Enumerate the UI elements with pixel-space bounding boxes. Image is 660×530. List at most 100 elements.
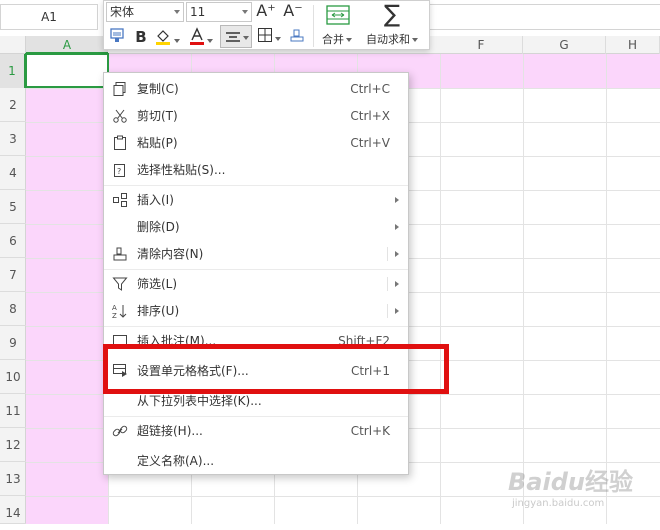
eraser-icon (290, 29, 304, 42)
menu-item-label: 剪切(T) (137, 109, 178, 123)
svg-text:Z: Z (112, 312, 117, 319)
menu-item-label: 删除(D) (137, 220, 180, 234)
menu-item-hyperlink[interactable]: 超链接(H)... Ctrl+K (104, 418, 408, 444)
merge-label: 合并 (322, 33, 344, 46)
font-color-button[interactable] (186, 27, 216, 47)
column-label: A (62, 38, 72, 52)
sort-az-icon: AZ (112, 304, 127, 319)
menu-item-sort[interactable]: AZ 排序(U) (104, 298, 408, 324)
autosum-button[interactable]: ∑ 自动求和 (362, 1, 428, 49)
chevron-down-icon (346, 38, 352, 42)
align-center-icon (226, 32, 240, 42)
row-header-6[interactable]: 6 (0, 224, 26, 258)
font-name-value: 宋体 (110, 5, 135, 19)
align-button[interactable] (220, 25, 252, 48)
decrease-font-button[interactable]: A⁻ (282, 1, 304, 21)
menu-item-label: 插入(I) (137, 193, 174, 207)
chevron-down-icon (412, 38, 418, 42)
menu-item-copy[interactable]: 复制(C) Ctrl+C (104, 76, 408, 102)
link-icon (112, 425, 128, 437)
toolbar-divider (313, 5, 314, 47)
format-brush-icon (110, 28, 124, 42)
filter-icon (112, 277, 128, 291)
row-header-1[interactable]: 1 (0, 54, 26, 88)
column-header-h[interactable]: H (606, 36, 660, 54)
menu-item-define-name[interactable]: 定义名称(A)... (104, 448, 408, 474)
clipboard-icon (114, 135, 126, 150)
clear-format-button[interactable] (286, 27, 308, 47)
menu-separator (104, 269, 408, 270)
chevron-down-icon (275, 37, 281, 41)
active-cell-a1[interactable] (25, 53, 109, 88)
font-size-value: 11 (190, 5, 206, 19)
menu-item-label: 筛选(L) (137, 277, 178, 291)
column-header-f[interactable]: F (440, 36, 523, 54)
row-header-14[interactable]: 14 (0, 496, 26, 524)
menu-item-label: 清除内容(N) (137, 247, 204, 261)
chevron-right-icon (395, 281, 399, 287)
fill-color-button[interactable] (152, 27, 182, 47)
paste-special-icon: ? (114, 164, 125, 177)
column-header-a[interactable]: A (26, 36, 108, 54)
watermark-url: jingyan.baidu.com (512, 498, 605, 509)
chevron-right-icon (395, 251, 399, 257)
font-size-select[interactable]: 11 (186, 2, 252, 22)
menu-shortcut: Ctrl+V (350, 136, 390, 150)
column-a-selected-fill (26, 54, 108, 524)
menu-item-insert[interactable]: 插入(I) (104, 187, 408, 213)
chevron-down-icon (207, 39, 213, 43)
row-header-2[interactable]: 2 (0, 88, 26, 122)
row-header-12[interactable]: 12 (0, 428, 26, 462)
row-header-13[interactable]: 13 (0, 462, 26, 496)
chevron-right-icon (395, 308, 399, 314)
border-grid-icon (258, 28, 272, 42)
row-header-10[interactable]: 10 (0, 360, 26, 394)
menu-item-clear[interactable]: 清除内容(N) (104, 241, 408, 267)
eraser-icon (113, 247, 127, 261)
row-header-4[interactable]: 4 (0, 156, 26, 190)
watermark-tail: 经验 (584, 468, 633, 496)
menu-item-filter[interactable]: 筛选(L) (104, 271, 408, 297)
menu-separator (104, 326, 408, 327)
merge-cells-icon (326, 5, 350, 25)
chevron-right-icon (395, 197, 399, 203)
select-all-corner[interactable] (0, 36, 26, 54)
row-header-9[interactable]: 9 (0, 326, 26, 360)
menu-item-label: 超链接(H)... (137, 424, 203, 438)
increase-font-button[interactable]: A⁺ (255, 1, 277, 21)
bold-button[interactable]: B (130, 27, 152, 47)
menu-item-cut[interactable]: 剪切(T) Ctrl+X (104, 103, 408, 129)
autosum-label: 自动求和 (366, 33, 410, 46)
copy-icon (113, 82, 126, 96)
menu-submenu-divider (387, 247, 388, 261)
menu-shortcut: Ctrl+K (350, 424, 390, 438)
column-header-g[interactable]: G (523, 36, 606, 54)
menu-item-delete[interactable]: 删除(D) (104, 214, 408, 240)
row-header-7[interactable]: 7 (0, 258, 26, 292)
name-box[interactable]: A1 (0, 4, 98, 30)
row-header-3[interactable]: 3 (0, 122, 26, 156)
highlight-annotation (103, 344, 449, 394)
formula-input[interactable] (430, 4, 660, 30)
borders-button[interactable] (254, 27, 284, 47)
menu-item-paste-special[interactable]: ? 选择性粘贴(S)... (104, 157, 408, 183)
paint-bucket-icon (156, 30, 170, 45)
font-color-icon (190, 27, 204, 45)
menu-item-label: 粘贴(P) (137, 136, 178, 150)
menu-item-paste[interactable]: 粘贴(P) Ctrl+V (104, 130, 408, 156)
merge-button[interactable]: 合并 (318, 3, 358, 49)
font-name-select[interactable]: 宋体 (106, 2, 184, 22)
row-header-11[interactable]: 11 (0, 394, 26, 428)
chevron-down-icon (174, 39, 180, 43)
row-header-8[interactable]: 8 (0, 292, 26, 326)
format-painter-button[interactable] (106, 27, 128, 47)
chevron-down-icon (242, 10, 248, 14)
chevron-down-icon (174, 10, 180, 14)
menu-separator (104, 185, 408, 186)
scissors-icon (113, 109, 127, 123)
menu-submenu-divider (387, 304, 388, 318)
menu-shortcut: Ctrl+C (350, 82, 390, 96)
chevron-down-icon (243, 36, 249, 40)
row-header-5[interactable]: 5 (0, 190, 26, 224)
row-label: 1 (8, 64, 16, 78)
